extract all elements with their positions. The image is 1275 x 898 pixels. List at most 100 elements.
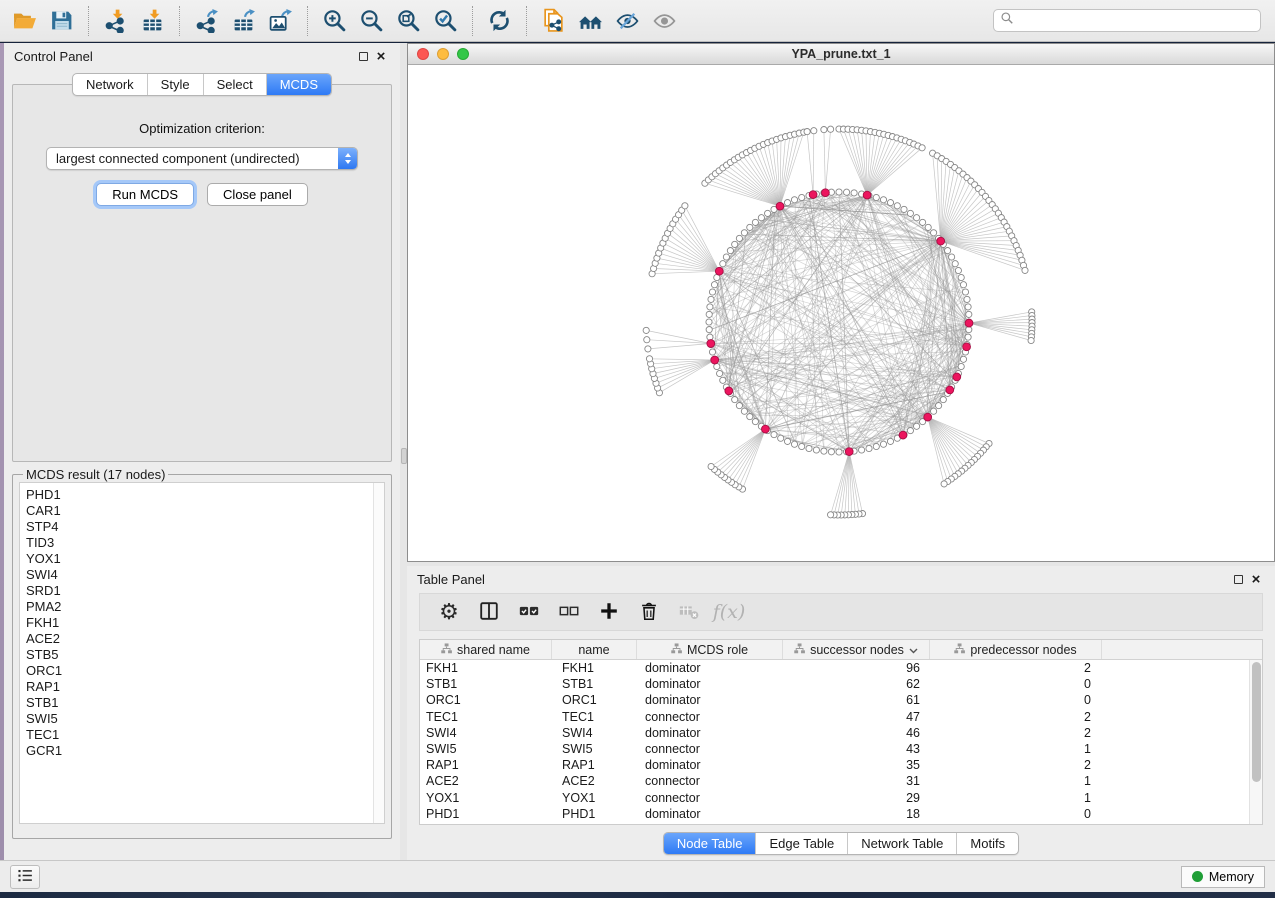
tab-select[interactable]: Select [203,74,266,95]
network-node[interactable] [821,448,827,454]
network-node[interactable] [873,194,879,200]
network-node[interactable] [925,224,931,230]
network-node[interactable] [931,230,937,236]
mcds-result-item[interactable]: CAR1 [26,503,370,519]
import-network-button[interactable] [97,3,134,39]
mcds-result-item[interactable]: SRD1 [26,583,370,599]
mcds-result-item[interactable]: SWI5 [26,711,370,727]
mcds-result-item[interactable]: TID3 [26,535,370,551]
search-box[interactable] [993,9,1261,32]
network-node[interactable] [752,219,758,225]
mcds-dominator-node[interactable] [707,340,715,348]
mcds-result-item[interactable]: YOX1 [26,551,370,567]
splitter-grip[interactable] [401,448,407,464]
close-table-panel-button[interactable]: × [1247,571,1265,587]
mcds-dominator-node[interactable] [863,191,871,199]
delete-row-button[interactable] [632,596,666,628]
close-panel-button[interactable]: × [372,48,390,64]
network-node[interactable] [960,356,966,362]
tab-network-table[interactable]: Network Table [847,833,956,854]
table-row[interactable]: STB1STB1dominator620 [420,676,1262,692]
network-node[interactable] [804,129,810,135]
network-node[interactable] [806,445,812,451]
settings-button[interactable]: ⚙ [432,596,466,628]
doc-network-button[interactable] [535,3,572,39]
network-node[interactable] [765,210,771,216]
mcds-dominator-node[interactable] [845,448,853,456]
network-node[interactable] [799,194,805,200]
task-history-button[interactable] [10,865,40,889]
add-row-button[interactable] [592,596,626,628]
network-node[interactable] [940,397,946,403]
close-panel-button-2[interactable]: Close panel [207,183,308,206]
run-mcds-button[interactable]: Run MCDS [96,183,194,206]
export-image-button[interactable] [262,3,299,39]
network-node[interactable] [821,127,827,133]
network-node[interactable] [778,435,784,441]
mcds-result-item[interactable]: ACE2 [26,631,370,647]
network-node[interactable] [736,403,742,409]
vertical-splitter[interactable] [400,43,407,860]
mcds-result-item[interactable]: ORC1 [26,663,370,679]
zoom-out-button[interactable] [353,3,390,39]
network-node[interactable] [720,377,726,383]
table-row[interactable]: RAP1RAP1dominator352 [420,757,1262,773]
network-node[interactable] [887,200,893,206]
show-graphics-details-button[interactable] [646,3,683,39]
network-node[interactable] [644,337,650,343]
network-node[interactable] [914,215,920,221]
network-node[interactable] [960,282,966,288]
network-node[interactable] [720,261,726,267]
tab-mcds[interactable]: MCDS [266,74,331,95]
table-row[interactable]: YOX1YOX1connector291 [420,790,1262,806]
criterion-select[interactable]: largest connected component (undirected) [46,147,358,170]
open-folder-button[interactable] [6,3,43,39]
table-row[interactable]: PHD1PHD1dominator180 [420,806,1262,822]
zoom-fit-button[interactable] [390,3,427,39]
columns-button[interactable] [472,596,506,628]
network-node[interactable] [949,254,955,260]
network-node[interactable] [747,414,753,420]
memory-button[interactable]: Memory [1181,866,1265,888]
network-node[interactable] [964,296,970,302]
network-node[interactable] [736,235,742,241]
network-node[interactable] [706,311,712,317]
column-header-mcds-role[interactable]: MCDS role [637,640,783,659]
houses-button[interactable] [572,3,609,39]
column-header-predecessor-nodes[interactable]: predecessor nodes [930,640,1102,659]
network-canvas[interactable] [408,65,1274,561]
network-node[interactable] [708,463,714,469]
network-node[interactable] [708,296,714,302]
network-node[interactable] [962,289,968,295]
network-node[interactable] [958,363,964,369]
network-node[interactable] [901,206,907,212]
network-node[interactable] [945,248,951,254]
network-node[interactable] [723,254,729,260]
mcds-dominator-node[interactable] [924,413,932,421]
float-table-panel-button[interactable] [1229,571,1247,587]
mcds-dominator-node[interactable] [899,431,907,439]
network-node[interactable] [709,289,715,295]
network-node[interactable] [784,438,790,444]
column-header-shared-name[interactable]: shared name [420,640,552,659]
import-table-button[interactable] [134,3,171,39]
network-node[interactable] [894,203,900,209]
network-node[interactable] [758,215,764,221]
mcds-result-item[interactable]: GCR1 [26,743,370,759]
mcds-dominator-node[interactable] [725,387,733,395]
table-row[interactable]: SWI5SWI5connector431 [420,741,1262,757]
network-node[interactable] [646,356,652,362]
network-node[interactable] [711,282,717,288]
search-input[interactable] [1018,10,1260,31]
network-node[interactable] [706,327,712,333]
network-view-titlebar[interactable]: YPA_prune.txt_1 [408,44,1274,65]
mcds-dominator-node[interactable] [946,386,954,394]
table-row[interactable]: ORC1ORC1dominator610 [420,692,1262,708]
network-node[interactable] [828,449,834,455]
network-node[interactable] [965,304,971,310]
network-node[interactable] [920,219,926,225]
mcds-result-item[interactable]: SWI4 [26,567,370,583]
network-node[interactable] [741,230,747,236]
mcds-result-item[interactable]: STB5 [26,647,370,663]
mcds-dominator-node[interactable] [762,425,770,433]
